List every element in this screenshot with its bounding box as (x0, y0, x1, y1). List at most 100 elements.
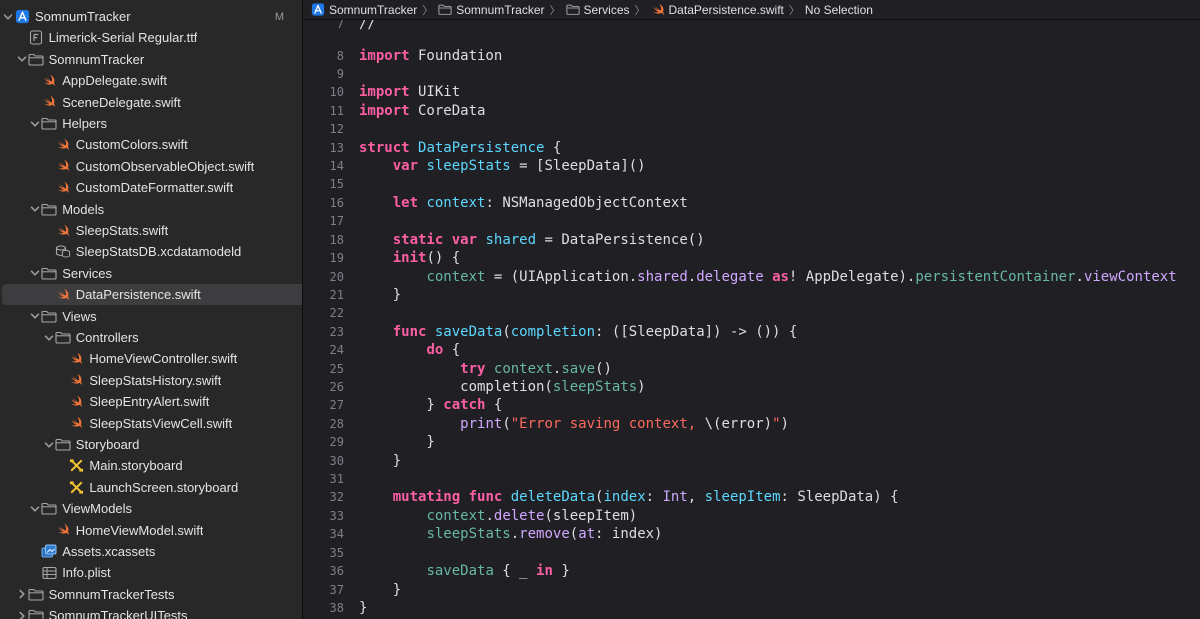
line-number: 22 (329, 306, 344, 321)
navigator-item[interactable]: Views (0, 306, 302, 327)
navigator-item[interactable]: CustomColors.swift (0, 134, 302, 155)
navigator-item[interactable]: SceneDelegate.swift (0, 92, 302, 113)
navigator-item[interactable]: LaunchScreen.storyboard (0, 477, 302, 498)
navigator-item[interactable]: Controllers (0, 327, 302, 348)
disclosure-closed-icon[interactable] (16, 611, 28, 619)
disclosure-open-icon[interactable] (29, 119, 41, 129)
code-line[interactable]: 7 // (303, 20, 376, 33)
code-line[interactable]: 18 static var shared = DataPersistence() (303, 231, 705, 249)
code-line[interactable]: 30 } (303, 452, 402, 470)
disclosure-open-icon[interactable] (43, 440, 55, 450)
code-token: shared (637, 268, 688, 285)
code-line[interactable]: 15 (303, 175, 359, 193)
swift-file-icon (41, 94, 57, 110)
navigator-item[interactable]: Main.storyboard (0, 455, 302, 476)
disclosure-open-icon[interactable] (29, 504, 41, 514)
code-line[interactable]: 25 try context.save() (303, 360, 612, 378)
navigator-item[interactable]: AppDelegate.swiftM (0, 70, 302, 91)
disclosure-closed-icon[interactable] (16, 589, 28, 599)
navigator-item[interactable]: Helpers (0, 113, 302, 134)
jump-bar-crumb[interactable]: SomnumTracker (311, 3, 417, 17)
line-number: 8 (336, 48, 344, 63)
code-line[interactable]: 33 context.delete(sleepItem) (303, 507, 638, 525)
code-line[interactable]: 21 } (303, 286, 402, 304)
navigator-item[interactable]: SomnumTracker M (0, 6, 302, 27)
code-token: init (392, 250, 427, 267)
navigator-item[interactable]: SomnumTrackerUITests (0, 605, 302, 619)
disclosure-open-icon[interactable] (29, 268, 41, 278)
jump-bar-crumb[interactable]: Services (565, 3, 630, 17)
code-line[interactable]: 31 (303, 470, 359, 488)
code-line[interactable]: 26 completion(sleepStats) (303, 378, 646, 396)
navigator-item[interactable]: HomeViewController.swiftM (0, 348, 302, 369)
navigator-item[interactable]: SleepStats.swiftM (0, 220, 302, 241)
code-token: ( (569, 526, 579, 543)
code-line[interactable]: 23 func saveData(completion: ([SleepData… (303, 323, 798, 341)
navigator-item[interactable]: ViewModels (0, 498, 302, 519)
code-line[interactable]: 38} (303, 599, 368, 617)
code-line[interactable]: 12 (303, 120, 359, 138)
code-token: ( (502, 415, 511, 432)
code-line[interactable]: 36 saveData { _ in } (303, 562, 570, 580)
navigator-item[interactable]: SomnumTrackerTests (0, 584, 302, 605)
source-editor[interactable]: 7 // 8 import Foundation 9 10 import UIKit 11 im… (303, 20, 1200, 619)
code-token: : index) (595, 526, 663, 543)
navigator-item[interactable]: SleepStatsViewCell.swift (0, 413, 302, 434)
code-line[interactable]: 13 struct DataPersistence { (303, 139, 562, 157)
disclosure-open-icon[interactable] (29, 311, 41, 321)
code-line[interactable]: 34 sleepStats.remove(at: index) (303, 525, 663, 543)
disclosure-open-icon[interactable] (43, 333, 55, 343)
code-line[interactable]: 20 context = (UIApplication.shared.deleg… (303, 268, 1177, 286)
code-line[interactable]: 35 (303, 544, 359, 562)
jump-bar-crumb[interactable]: DataPersistence.swift (651, 3, 784, 17)
navigator-item[interactable]: Limerick-Serial Regular.ttf (0, 27, 302, 48)
navigator-item[interactable]: SleepStatsHistory.swiftM (0, 370, 302, 391)
navigator-item[interactable]: SleepEntryAlert.swiftM (0, 391, 302, 412)
navigator-item[interactable]: HomeViewModel.swiftM (0, 520, 302, 541)
navigator-item[interactable]: Models (0, 199, 302, 220)
code-line[interactable]: 14 var sleepStats = [SleepData]() (303, 157, 646, 175)
navigator-item-label: SleepStats.swift (75, 223, 169, 238)
navigator-item-label: Models (62, 201, 105, 217)
jump-bar-crumb[interactable]: No Selection (805, 3, 873, 17)
navigator-item[interactable]: SleepStatsDB.xcdatamodeldM (0, 241, 302, 262)
navigator-item[interactable]: DataPersistence.swiftA (0, 284, 302, 306)
code-token: context (426, 268, 486, 285)
code-token: . (510, 526, 520, 543)
line-number: 17 (329, 214, 344, 229)
disclosure-open-icon[interactable] (29, 204, 41, 214)
code-line[interactable]: 19 init() { (303, 249, 461, 267)
code-token: ) (780, 415, 789, 432)
jump-bar-crumb-label: No Selection (804, 2, 873, 17)
code-line[interactable]: 27 } catch { (303, 396, 503, 414)
navigator-item[interactable]: CustomObservableObject.swift (0, 156, 302, 177)
navigator-item[interactable]: Services (0, 263, 302, 284)
code-line[interactable]: 16 let context: NSManagedObjectContext (303, 194, 688, 212)
code-line[interactable]: 22 (303, 304, 359, 322)
jump-bar-crumb[interactable]: SomnumTracker (438, 3, 545, 17)
code-line[interactable]: 24 do { (303, 341, 461, 359)
code-line[interactable]: 29 } (303, 433, 435, 451)
code-line[interactable]: 9 (303, 65, 359, 83)
navigator-item[interactable]: CustomDateFormatter.swiftM (0, 177, 302, 198)
chevron-right-icon: 〉 (549, 4, 561, 17)
code-line[interactable]: 8 import Foundation (303, 47, 503, 65)
code-line[interactable]: 37 } (303, 581, 402, 599)
code-line[interactable]: 28 print("Error saving context, \(error)… (303, 415, 789, 433)
code-line[interactable]: 32 mutating func deleteData(index: Int, … (303, 488, 899, 506)
disclosure-open-icon[interactable] (16, 54, 28, 64)
code-line[interactable]: 10 import UIKit (303, 83, 461, 101)
navigator-item[interactable]: Assets.xcassets (0, 541, 302, 562)
navigator-item[interactable]: Storyboard (0, 434, 302, 455)
disclosure-open-icon[interactable] (2, 12, 14, 22)
code-line[interactable]: 11 import CoreData (303, 102, 486, 120)
navigator-item-label: Assets.xcassets (62, 544, 156, 559)
code-line[interactable]: 17 (303, 212, 359, 230)
code-token: = DataPersistence() (536, 231, 705, 248)
navigator-item[interactable]: Info.plist (0, 562, 302, 583)
navigator-item[interactable]: SomnumTracker (0, 49, 302, 70)
